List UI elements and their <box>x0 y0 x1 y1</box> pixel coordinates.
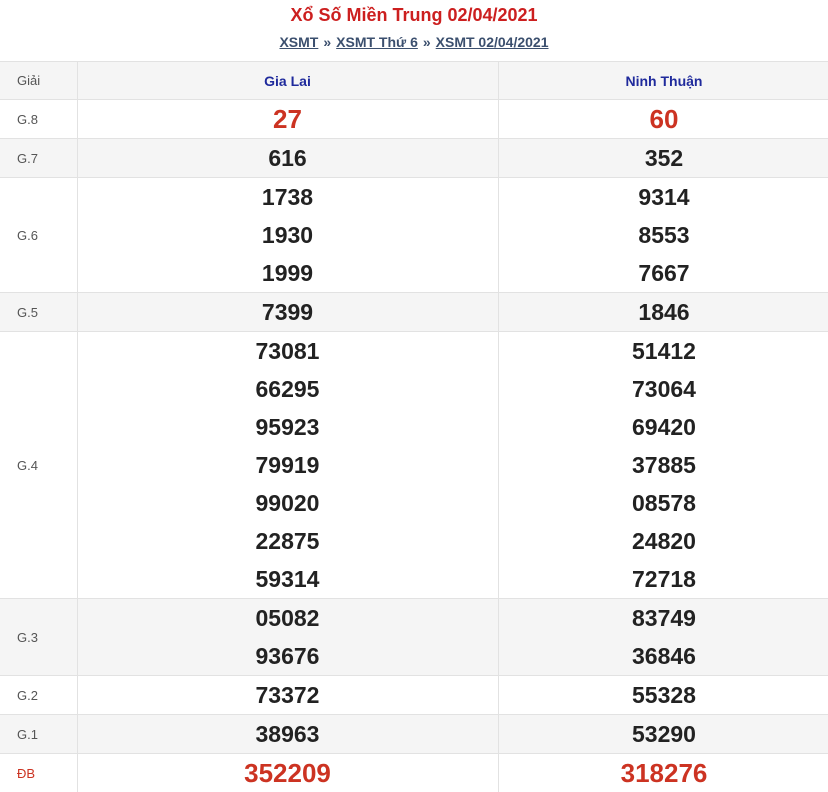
header-province-ninh-thuan: Ninh Thuận <box>498 62 828 100</box>
table-row: G.82760 <box>0 100 828 139</box>
result-cell-ninh-thuan: 318276 <box>498 754 828 792</box>
result-cell-ninh-thuan: 1846 <box>498 293 828 332</box>
result-number: 22875 <box>78 522 498 560</box>
table-row: G.573991846 <box>0 293 828 332</box>
result-number: 55328 <box>499 676 828 714</box>
breadcrumb-separator: » <box>423 34 431 50</box>
result-number: 60 <box>499 100 828 138</box>
result-number: 51412 <box>499 332 828 370</box>
result-number: 05082 <box>78 599 498 637</box>
result-number: 38963 <box>78 715 498 753</box>
prize-label: G.5 <box>0 293 77 332</box>
result-cell-gia-lai: 73081662959592379919990202287559314 <box>77 332 498 599</box>
result-cell-gia-lai: 27 <box>77 100 498 139</box>
results-body: G.82760G.7616352G.6173819301999931485537… <box>0 100 828 792</box>
result-cell-ninh-thuan: 931485537667 <box>498 178 828 293</box>
result-cell-ninh-thuan: 53290 <box>498 715 828 754</box>
result-number: 616 <box>78 139 498 177</box>
prize-label: ĐB <box>0 754 77 792</box>
result-number: 69420 <box>499 408 828 446</box>
result-number: 53290 <box>499 715 828 753</box>
result-number: 95923 <box>78 408 498 446</box>
result-number: 27 <box>78 100 498 138</box>
result-number: 352 <box>499 139 828 177</box>
breadcrumb-separator: » <box>323 34 331 50</box>
result-number: 1999 <box>78 254 498 292</box>
result-cell-ninh-thuan: 51412730646942037885085782482072718 <box>498 332 828 599</box>
result-number: 8553 <box>499 216 828 254</box>
page-header: Xổ Số Miền Trung 02/04/2021 XSMT » XSMT Th… <box>0 0 828 61</box>
result-cell-gia-lai: 38963 <box>77 715 498 754</box>
result-number: 79919 <box>78 446 498 484</box>
result-number: 73372 <box>78 676 498 714</box>
prize-label: G.7 <box>0 139 77 178</box>
table-row: G.47308166295959237991999020228755931451… <box>0 332 828 599</box>
result-cell-ninh-thuan: 8374936846 <box>498 599 828 676</box>
result-cell-ninh-thuan: 55328 <box>498 676 828 715</box>
result-number: 83749 <box>499 599 828 637</box>
prize-label: G.4 <box>0 332 77 599</box>
result-number: 1846 <box>499 293 828 331</box>
result-number: 352209 <box>78 754 498 792</box>
result-cell-gia-lai: 616 <box>77 139 498 178</box>
result-number: 37885 <box>499 446 828 484</box>
result-number: 59314 <box>78 560 498 598</box>
result-number: 7667 <box>499 254 828 292</box>
result-cell-gia-lai: 73372 <box>77 676 498 715</box>
table-header-row: Giải Gia Lai Ninh Thuận <box>0 62 828 100</box>
prize-label: G.8 <box>0 100 77 139</box>
breadcrumb-link-xsmt-friday[interactable]: XSMT Thứ 6 <box>336 34 418 50</box>
prize-label: G.1 <box>0 715 77 754</box>
result-number: 9314 <box>499 178 828 216</box>
result-number: 24820 <box>499 522 828 560</box>
table-row: G.13896353290 <box>0 715 828 754</box>
breadcrumb: XSMT » XSMT Thứ 6 » XSMT 02/04/2021 <box>0 33 828 51</box>
result-number: 1930 <box>78 216 498 254</box>
result-cell-gia-lai: 7399 <box>77 293 498 332</box>
table-row: G.305082936768374936846 <box>0 599 828 676</box>
breadcrumb-link-xsmt-date[interactable]: XSMT 02/04/2021 <box>436 34 549 50</box>
results-table: Giải Gia Lai Ninh Thuận G.82760G.7616352… <box>0 61 828 792</box>
table-row: G.6173819301999931485537667 <box>0 178 828 293</box>
result-number: 93676 <box>78 637 498 675</box>
result-cell-gia-lai: 352209 <box>77 754 498 792</box>
table-row: ĐB352209318276 <box>0 754 828 792</box>
result-number: 73081 <box>78 332 498 370</box>
result-number: 73064 <box>499 370 828 408</box>
result-number: 1738 <box>78 178 498 216</box>
header-province-gia-lai: Gia Lai <box>77 62 498 100</box>
page-title: Xổ Số Miền Trung 02/04/2021 <box>0 5 828 25</box>
result-cell-gia-lai: 173819301999 <box>77 178 498 293</box>
result-number: 72718 <box>499 560 828 598</box>
table-row: G.27337255328 <box>0 676 828 715</box>
result-cell-gia-lai: 0508293676 <box>77 599 498 676</box>
prize-label: G.3 <box>0 599 77 676</box>
header-prize: Giải <box>0 62 77 100</box>
result-number: 66295 <box>78 370 498 408</box>
result-cell-ninh-thuan: 352 <box>498 139 828 178</box>
result-number: 36846 <box>499 637 828 675</box>
result-cell-ninh-thuan: 60 <box>498 100 828 139</box>
prize-label: G.2 <box>0 676 77 715</box>
breadcrumb-link-xsmt[interactable]: XSMT <box>279 34 318 50</box>
result-number: 318276 <box>499 754 828 792</box>
result-number: 08578 <box>499 484 828 522</box>
table-row: G.7616352 <box>0 139 828 178</box>
prize-label: G.6 <box>0 178 77 293</box>
result-number: 7399 <box>78 293 498 331</box>
result-number: 99020 <box>78 484 498 522</box>
